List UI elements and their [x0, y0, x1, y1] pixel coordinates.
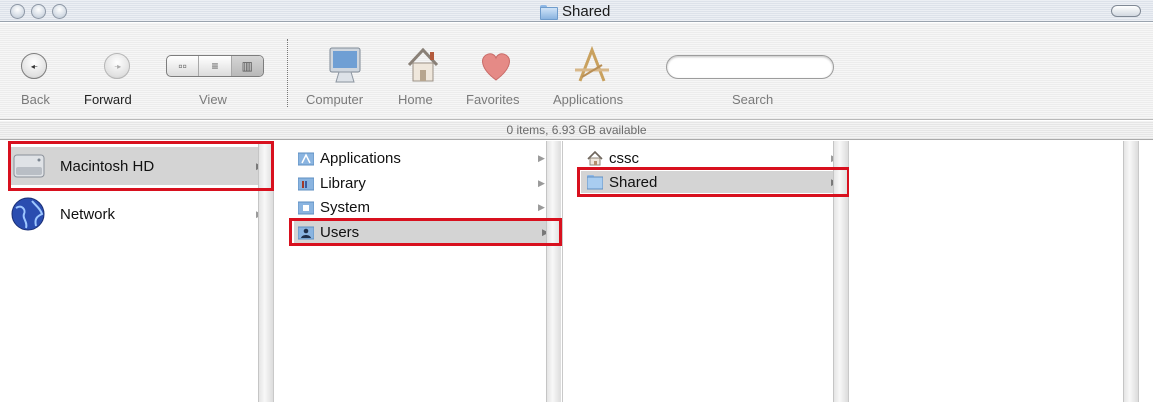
- status-bar: 0 items, 6.93 GB available: [0, 121, 1153, 140]
- icon-view-icon: ▫▫: [178, 59, 187, 73]
- highlight-box-users: [289, 218, 562, 246]
- status-text: 0 items, 6.93 GB available: [506, 123, 647, 137]
- chevron-right-icon: ▶: [538, 152, 545, 163]
- list-item-label: cssc: [609, 149, 639, 167]
- title-bar[interactable]: Shared: [0, 0, 1153, 22]
- computer-icon: [329, 47, 361, 83]
- home-label: Home: [398, 92, 433, 107]
- list-view-button[interactable]: ≡: [199, 56, 232, 76]
- column-view-icon: ▥: [241, 59, 253, 73]
- back-arrow-icon: ◂··: [30, 61, 38, 71]
- computer-label: Computer: [306, 92, 364, 107]
- back-label: Back: [21, 92, 50, 107]
- list-item-label: System: [320, 198, 371, 216]
- column-scrollbar[interactable]: [1123, 141, 1138, 402]
- list-item-label: Network: [60, 205, 116, 223]
- favorites-button[interactable]: [476, 45, 516, 85]
- back-button[interactable]: ◂··: [21, 53, 47, 79]
- home-button[interactable]: [403, 45, 443, 85]
- finder-window: Shared ◂·· Back ··▸ Forward ▫▫ ≡ ▥ View: [0, 0, 1153, 402]
- column-scrollbar[interactable]: [546, 141, 561, 402]
- forward-label: Forward: [84, 92, 132, 107]
- root-column: Applications ▶ Library ▶ System ▶ Users: [274, 141, 563, 402]
- forward-arrow-icon: ··▸: [113, 61, 121, 71]
- list-item-network[interactable]: Network ▶: [10, 195, 263, 233]
- empty-column: [849, 141, 1139, 402]
- list-item-cssc[interactable]: cssc ▶: [587, 147, 838, 169]
- home-icon: [587, 150, 603, 165]
- search-input[interactable]: [666, 55, 834, 79]
- forward-button[interactable]: ··▸: [104, 53, 130, 79]
- zoom-window-button[interactable]: [52, 4, 67, 19]
- minimize-window-button[interactable]: [31, 4, 46, 19]
- chevron-right-icon: ▶: [538, 201, 545, 212]
- view-selector[interactable]: ▫▫ ≡ ▥: [166, 55, 264, 77]
- highlight-box-shared: [577, 167, 850, 197]
- system-folder-icon: [298, 201, 314, 214]
- applications-button[interactable]: [572, 45, 612, 85]
- highlight-box-macintosh-hd: [8, 141, 274, 191]
- applications-folder-icon: [298, 152, 314, 165]
- list-item-system[interactable]: System ▶: [298, 196, 548, 218]
- window-title: Shared: [540, 2, 611, 20]
- list-item-library[interactable]: Library ▶: [298, 172, 548, 194]
- heart-icon: [482, 53, 510, 81]
- library-folder-icon: [298, 177, 314, 190]
- toolbar-toggle-button[interactable]: [1111, 5, 1141, 17]
- close-window-button[interactable]: [10, 4, 25, 19]
- search-label: Search: [732, 92, 774, 107]
- applications-label: Applications: [553, 92, 624, 107]
- applications-icon: [575, 45, 609, 82]
- chevron-right-icon: ▶: [538, 177, 545, 188]
- list-item-label: Library: [320, 174, 366, 192]
- list-item-applications[interactable]: Applications ▶: [298, 147, 548, 169]
- icon-view-button[interactable]: ▫▫: [167, 56, 200, 76]
- window-title-text: Shared: [562, 2, 611, 20]
- list-item-label: Applications: [320, 149, 401, 167]
- globe-icon: [11, 197, 45, 231]
- view-label: View: [199, 92, 227, 107]
- computer-button[interactable]: [325, 45, 365, 85]
- toolbar-divider: [287, 39, 288, 107]
- column-browser: Macintosh HD ▶ Network ▶: [0, 141, 1153, 402]
- folder-icon: [540, 4, 558, 20]
- toolbar: ◂·· Back ··▸ Forward ▫▫ ≡ ▥ View Compute…: [0, 23, 1153, 120]
- column-view-button[interactable]: ▥: [231, 56, 263, 76]
- home-icon: [407, 47, 439, 82]
- list-view-icon: ≡: [211, 59, 219, 73]
- favorites-label: Favorites: [466, 92, 520, 107]
